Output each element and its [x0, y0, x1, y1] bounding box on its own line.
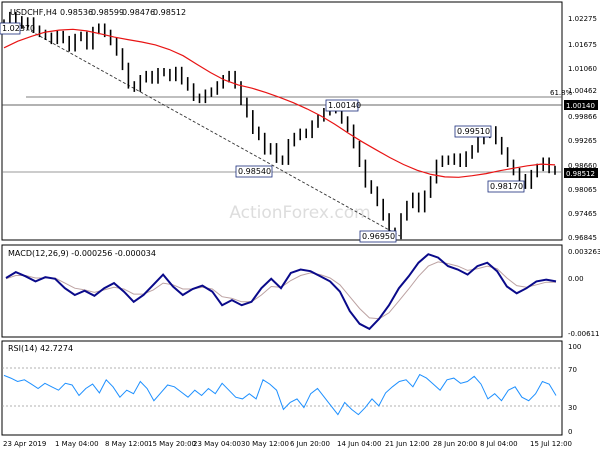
x-tick-label: 8 May 12:00 [105, 440, 149, 448]
rsi-y-tick: 70 [568, 366, 577, 374]
chart-root: ActionForex.com USDCHF,H4 0.98536 0.9859… [0, 0, 600, 450]
svg-text:0.99510: 0.99510 [457, 127, 490, 136]
macd-y-tick: -0.00611 [568, 330, 599, 338]
annotation-0-96950: 0.96950 [359, 230, 397, 243]
annotation-1-02370: 1.02370 [0, 22, 35, 35]
x-tick-label: 30 May 12:00 [241, 440, 289, 448]
annotation-0-98540: 0.98540 [235, 165, 273, 178]
svg-text:0.96950: 0.96950 [362, 232, 395, 241]
price-y-tick: 0.99866 [568, 113, 597, 121]
rsi-y-tick: 100 [568, 343, 581, 351]
price-y-tick: 0.99265 [568, 137, 597, 145]
price-y-tick: 0.98065 [568, 186, 597, 194]
chart-svg: ActionForex.com USDCHF,H4 0.98536 0.9859… [0, 0, 600, 450]
x-tick-label: 1 May 04:00 [55, 440, 99, 448]
x-tick-label: 8 Jul 04:00 [480, 440, 518, 448]
rsi-y-tick: 0 [568, 428, 572, 436]
x-tick-label: 15 Jul 12:00 [530, 440, 572, 448]
fib-level-value-tag: 1.00140 [564, 100, 598, 110]
rsi-y-tick: 30 [568, 404, 577, 412]
price-close: 0.98512 [153, 8, 186, 17]
macd-y-tick: 0.003263 [568, 248, 600, 256]
price-open: 0.98536 [60, 8, 93, 17]
svg-text:0.98540: 0.98540 [238, 167, 271, 176]
price-y-tick: 0.97465 [568, 210, 597, 218]
x-tick-label: 28 Jun 20:00 [433, 440, 477, 448]
x-tick-label: 15 May 20:00 [148, 440, 196, 448]
x-axis: 23 Apr 2019 1 May 04:00 8 May 12:00 15 M… [3, 440, 572, 448]
svg-text:0.98512: 0.98512 [566, 170, 595, 178]
rsi-title: RSI(14) 42.7274 [8, 344, 73, 353]
macd-title: MACD(12,26,9) -0.000256 -0.000034 [8, 249, 156, 258]
annotation-0-99510: 0.99510 [454, 125, 492, 138]
price-y-tick: 1.00462 [568, 87, 597, 95]
price-title: USDCHF,H4 [10, 8, 57, 17]
price-y-tick: 1.01675 [568, 41, 597, 49]
price-high: 0.98599 [91, 8, 124, 17]
macd-y-tick: 0.00 [568, 275, 584, 283]
x-tick-label: 21 Jun 12:00 [385, 440, 429, 448]
svg-text:1.02370: 1.02370 [2, 24, 35, 33]
x-tick-label: 23 Apr 2019 [3, 440, 46, 448]
price-y-tick: 1.01060 [568, 65, 597, 73]
annotation-0-98170: 0.98170 [487, 180, 525, 193]
background [0, 0, 600, 450]
svg-text:1.00140: 1.00140 [566, 102, 595, 110]
price-y-tick: 0.96845 [568, 234, 597, 242]
annotation-1-00140: 1.00140 [325, 99, 361, 112]
svg-text:1.00140: 1.00140 [328, 101, 361, 110]
x-tick-label: 23 May 04:00 [193, 440, 241, 448]
last-price-tag: 0.98512 [564, 168, 598, 178]
x-tick-label: 14 Jun 04:00 [337, 440, 381, 448]
price-y-tick: 1.02275 [568, 15, 597, 23]
svg-text:0.98170: 0.98170 [490, 182, 523, 191]
price-low: 0.98476 [122, 8, 155, 17]
watermark: ActionForex.com [229, 203, 370, 223]
x-tick-label: 6 Jun 20:00 [290, 440, 330, 448]
